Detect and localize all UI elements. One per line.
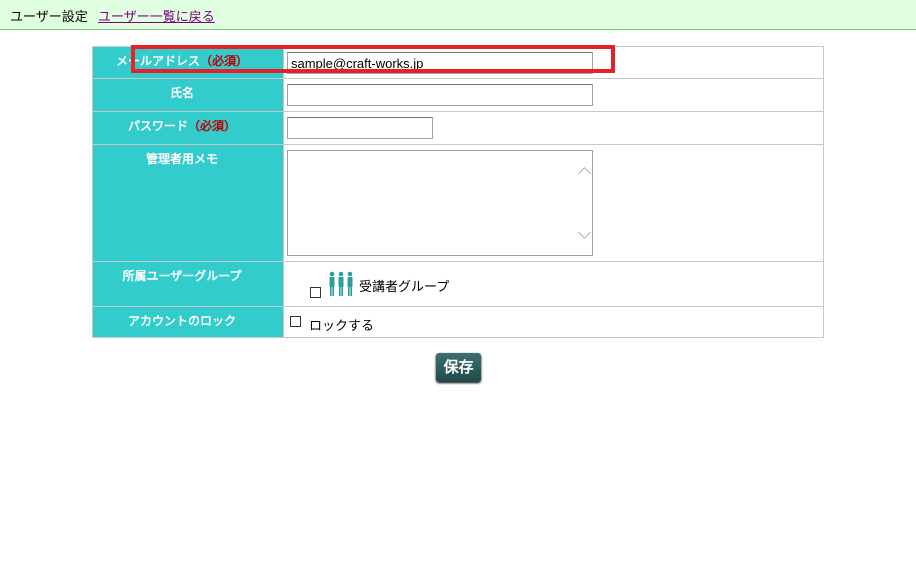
memo-label: 管理者用メモ <box>92 144 284 262</box>
user-settings-form: メールアドレス（必須） 氏名 パスワード（必須） 管理者用メモ <box>92 46 824 338</box>
name-field[interactable] <box>287 84 593 106</box>
memo-scrollbar[interactable] <box>575 151 592 255</box>
header-bar: ユーザー設定 ユーザー一覧に戻る <box>0 0 916 30</box>
lock-checkbox[interactable] <box>290 316 301 327</box>
name-label: 氏名 <box>92 78 284 112</box>
save-button[interactable]: 保存 <box>436 353 481 382</box>
lock-option-label[interactable]: ロックする <box>309 315 374 334</box>
password-field[interactable] <box>287 117 433 139</box>
admin-memo-textarea[interactable] <box>287 150 593 256</box>
email-label: メールアドレス（必須） <box>92 46 284 79</box>
password-label: パスワード（必須） <box>92 111 284 145</box>
back-to-user-list-link[interactable]: ユーザー一覧に戻る <box>98 6 215 25</box>
required-marker: （必須） <box>200 54 249 68</box>
lock-label: アカウントのロック <box>92 306 284 338</box>
user-group-icon <box>329 271 353 296</box>
email-field[interactable] <box>287 52 593 74</box>
group-checkbox[interactable] <box>310 287 321 298</box>
scroll-down-icon[interactable] <box>578 226 591 239</box>
scroll-up-icon[interactable] <box>578 167 591 180</box>
page-title: ユーザー設定 <box>10 10 88 25</box>
required-marker: （必須） <box>188 119 237 133</box>
group-name: 受講者グループ <box>359 280 450 295</box>
group-label: 所属ユーザーグループ <box>92 261 284 307</box>
